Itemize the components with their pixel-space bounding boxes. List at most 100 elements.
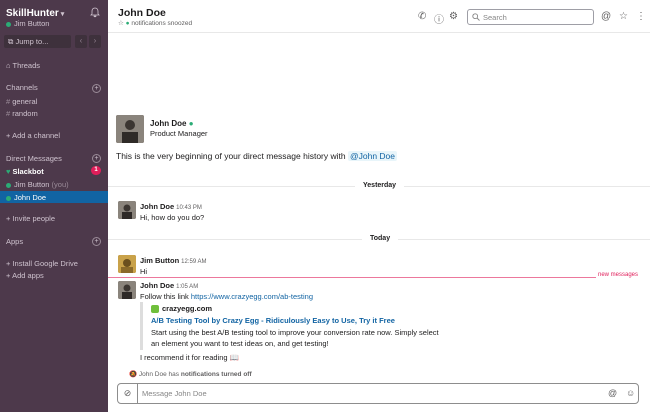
avatar[interactable] [118,201,136,219]
intro-text: This is the very beginning of your direc… [116,151,397,161]
bell-icon[interactable] [90,7,100,18]
preview-site: crazyegg.com [151,304,213,314]
message-time[interactable]: 12:59 AM [181,259,206,265]
avatar[interactable] [118,255,136,273]
message-time[interactable]: 10:43 PM [176,205,202,211]
message-text-prefix: Follow this link [140,292,189,301]
avatar[interactable] [116,115,144,143]
current-user: Jim Button [6,19,49,28]
back-button[interactable]: ‹ [75,35,87,48]
sidebar-item-label: Threads [12,61,40,70]
avatar-photo [118,201,136,219]
workspace-name: SkillHunter [6,8,59,19]
invite-people-link[interactable]: + Invite people [6,214,55,223]
online-status-icon [6,182,11,188]
jump-to-label: Jump to... [15,37,49,46]
add-dm-icon[interactable]: + [92,154,101,163]
sidebar-item-label: random [12,109,38,118]
channel-subtitle: ☆ ● notifications snoozed [118,19,192,27]
message-pane: John Doe ● Product Manager This is the v… [108,33,650,378]
preview-description: Start using the best A/B testing tool to… [151,328,439,348]
sidebar-item-label: Add a channel [12,131,61,140]
online-status-icon [6,195,11,201]
snooze-icon: ● [125,20,130,27]
channel-title: John Doe [118,7,166,19]
message-link[interactable]: https://www.crazyegg.com/ab-testing [191,292,313,301]
intro-role: Product Manager [150,129,208,138]
forward-button[interactable]: › [89,35,101,48]
avatar[interactable] [118,281,136,299]
sidebar: SkillHunter ▾ Jim Button ⧉ Jump to... ‹ ›… [0,0,108,412]
add-channel-link[interactable]: + Add a channel [6,131,60,140]
gear-icon[interactable]: ⚙ [449,11,458,22]
install-google-drive-link[interactable]: + Install Google Drive [6,259,78,268]
new-messages-divider [108,277,639,278]
intro-name: John Doe ● [150,119,194,128]
preview-site-name: crazyegg.com [162,304,213,313]
avatar-photo [118,281,136,299]
more-icon[interactable]: ⋮ [636,11,646,22]
mentions-icon[interactable]: @ [601,11,611,22]
chevron-down-icon: ▾ [60,11,65,18]
link-preview: crazyegg.com A/B Testing Tool by Crazy E… [140,302,440,350]
emoji-icon[interactable]: ☺ [626,388,635,398]
message-author[interactable]: John Doe 10:43 PM [140,202,202,211]
sidebar-item-general[interactable]: # general [6,97,37,106]
jump-to-button[interactable]: ⧉ Jump to... [4,35,71,48]
message-input[interactable]: Message John Doe [142,389,207,398]
apps-header[interactable]: Apps [6,237,23,246]
search-icon [472,13,480,21]
author-name: John Doe [140,202,175,211]
starred-icon[interactable]: ☆ [619,11,628,22]
author-name: Jim Button [140,256,180,265]
sidebar-item-label: general [12,97,38,106]
preview-title[interactable]: A/B Testing Tool by Crazy Egg - Ridiculo… [151,316,395,325]
workspace-menu[interactable]: SkillHunter ▾ [6,8,64,19]
avatar-photo [118,255,136,273]
message-text: Follow this link https://www.crazyegg.co… [140,292,313,301]
phone-icon[interactable]: ✆ [418,11,426,22]
sidebar-item-label: Jim Button [14,180,50,189]
search-placeholder: Search [483,13,507,22]
message-text: I recommend it for reading 📖 [140,353,239,362]
author-name: John Doe [140,281,175,290]
sidebar-item-slackbot[interactable]: ♥ Slackbot [6,167,44,176]
day-label-today: Today [362,235,399,242]
online-status-icon [6,21,11,27]
sidebar-item-jim-button[interactable]: Jim Button (you) [6,180,69,189]
sidebar-item-random[interactable]: # random [6,109,38,118]
message-text: Hi [140,267,148,276]
notice-bold: notifications turned off [180,371,252,378]
star-icon[interactable]: ☆ [118,20,124,27]
sidebar-item-label: Add apps [12,271,44,280]
day-label-yesterday: Yesterday [355,182,405,189]
attach-icon[interactable]: ⊘ [118,384,138,403]
add-apps-link[interactable]: + Add apps [6,271,44,280]
message-author[interactable]: Jim Button 12:59 AM [140,256,207,265]
sidebar-item-threads[interactable]: ⌂ Threads [6,61,40,70]
message-composer[interactable]: ⊘ Message John Doe @ ☺ [117,383,639,404]
notice-text: has [168,371,180,378]
search-input[interactable]: Search [467,9,594,25]
intro-name-text: John Doe [150,119,187,128]
notification-notice: 🔕 John Doe has notifications turned off [129,370,252,378]
message-text: Hi, how do you do? [140,213,205,222]
status-icon: ● [188,119,194,128]
site-favicon-icon [151,305,159,314]
direct-messages-header[interactable]: Direct Messages [6,154,62,163]
channels-header[interactable]: Channels [6,83,38,92]
info-icon[interactable]: ⓘ [434,11,444,26]
message-author[interactable]: John Doe 1:05 AM [140,281,198,290]
sidebar-item-label: Install Google Drive [12,259,78,268]
notice-name: John Doe [138,371,167,378]
user-mention[interactable]: @John Doe [347,151,397,161]
channel-header: John Doe ☆ ● notifications snoozed ✆ ⓘ ⚙… [108,0,650,33]
message-time[interactable]: 1:05 AM [176,284,198,290]
unread-badge: 1 [91,166,101,175]
mention-icon[interactable]: @ [608,388,617,398]
add-channel-icon[interactable]: + [92,84,101,93]
you-suffix: (you) [51,180,69,189]
sidebar-item-label: Slackbot [12,167,44,176]
add-app-icon[interactable]: + [92,237,101,246]
new-messages-label: new messages [596,272,641,278]
